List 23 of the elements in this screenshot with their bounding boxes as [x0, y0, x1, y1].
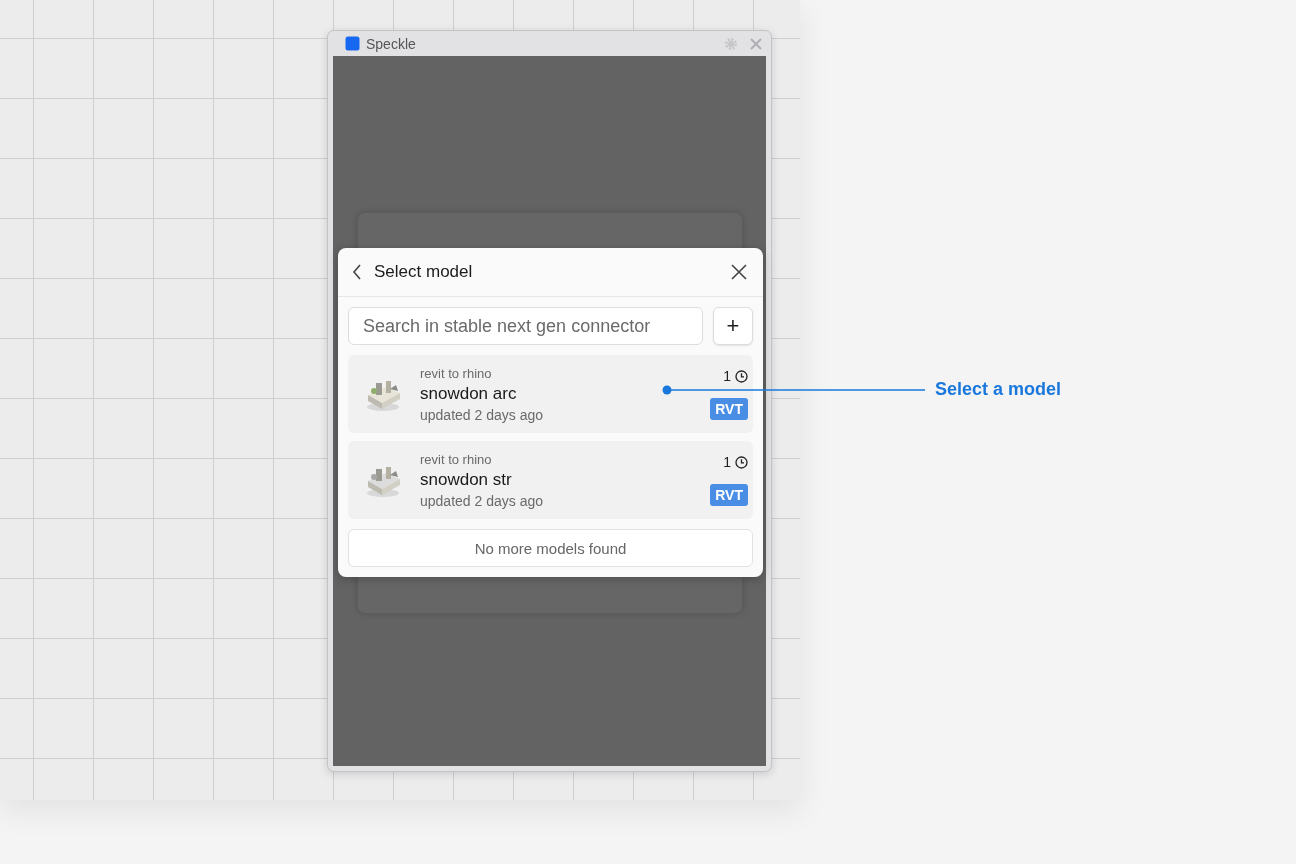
- model-row[interactable]: revit to rhino snowdon str updated 2 days ago 1 RVT: [348, 441, 753, 519]
- file-type-badge: RVT: [710, 398, 748, 420]
- no-more-models-button[interactable]: No more models found: [348, 529, 753, 567]
- version-count: 1: [723, 454, 731, 470]
- file-type-badge: RVT: [710, 484, 748, 506]
- search-field[interactable]: Search in stable next gen connector: [348, 307, 703, 345]
- model-name: snowdon str: [420, 469, 513, 490]
- project-name: revit to rhino: [420, 365, 493, 381]
- dialog-title: Select model: [374, 262, 474, 282]
- window-title: Speckle: [366, 35, 416, 52]
- project-name: revit to rhino: [420, 451, 493, 467]
- callout-label: Select a model: [935, 379, 1062, 400]
- app-logo-icon: [345, 36, 360, 51]
- updated-text: updated 2 days ago: [420, 492, 544, 509]
- model-name: snowdon arc: [420, 383, 518, 404]
- clock-icon: [735, 369, 748, 383]
- close-icon[interactable]: [731, 264, 747, 280]
- updated-text: updated 2 days ago: [420, 406, 544, 423]
- clock-icon: [735, 455, 748, 469]
- add-button[interactable]: +: [713, 307, 753, 345]
- version-count: 1: [723, 368, 731, 384]
- model-row[interactable]: revit to rhino snowdon arc updated 2 days ago 1 RVT: [348, 355, 753, 433]
- back-icon[interactable]: [352, 264, 362, 280]
